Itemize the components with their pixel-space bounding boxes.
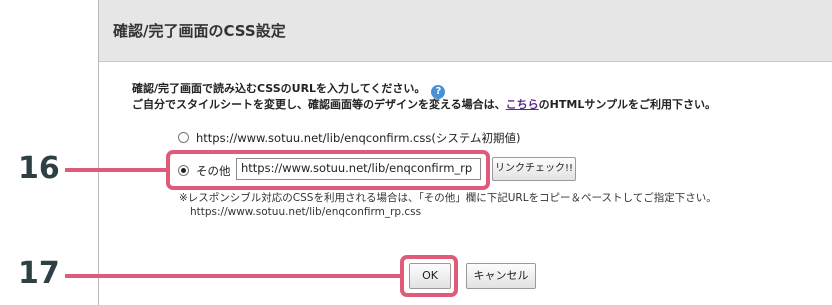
callout-17-highlight bbox=[400, 255, 458, 297]
callout-16-line bbox=[65, 168, 166, 172]
description-line-2: ご自分でスタイルシートを変更し、確認画面等のデザインを変える場合は、こちらのHT… bbox=[132, 96, 716, 112]
link-check-button[interactable]: リンクチェック!! bbox=[492, 157, 576, 181]
description-text-2a: ご自分でスタイルシートを変更し、確認画面等のデザインを変える場合は、 bbox=[132, 98, 506, 111]
dialog-header: 確認/完了画面のCSS設定 bbox=[99, 0, 832, 62]
description-text-1: 確認/完了画面で読み込むCSSのURLを入力してください。 bbox=[132, 82, 426, 95]
radio-default-css[interactable] bbox=[178, 132, 189, 143]
callout-16-number: 16 bbox=[18, 151, 60, 186]
callout-17-line bbox=[65, 274, 400, 278]
dialog-title: 確認/完了画面のCSS設定 bbox=[113, 22, 286, 40]
callout-16-highlight bbox=[166, 150, 490, 190]
callout-17-number: 17 bbox=[18, 256, 60, 291]
radio-default-css-label[interactable]: https://www.sotuu.net/lib/enqconfirm.css… bbox=[196, 130, 521, 146]
responsive-note: ※レスポンシブル対応のCSSを利用される場合は、「その他」欄に下記URLをコピー… bbox=[179, 192, 717, 204]
description-text-2b: のHTMLサンプルをご利用下さい。 bbox=[538, 98, 717, 111]
responsive-css-url: https://www.sotuu.net/lib/enqconfirm_rp.… bbox=[190, 206, 422, 218]
cancel-button[interactable]: キャンセル bbox=[466, 263, 536, 289]
html-sample-link[interactable]: こちら bbox=[506, 98, 539, 111]
